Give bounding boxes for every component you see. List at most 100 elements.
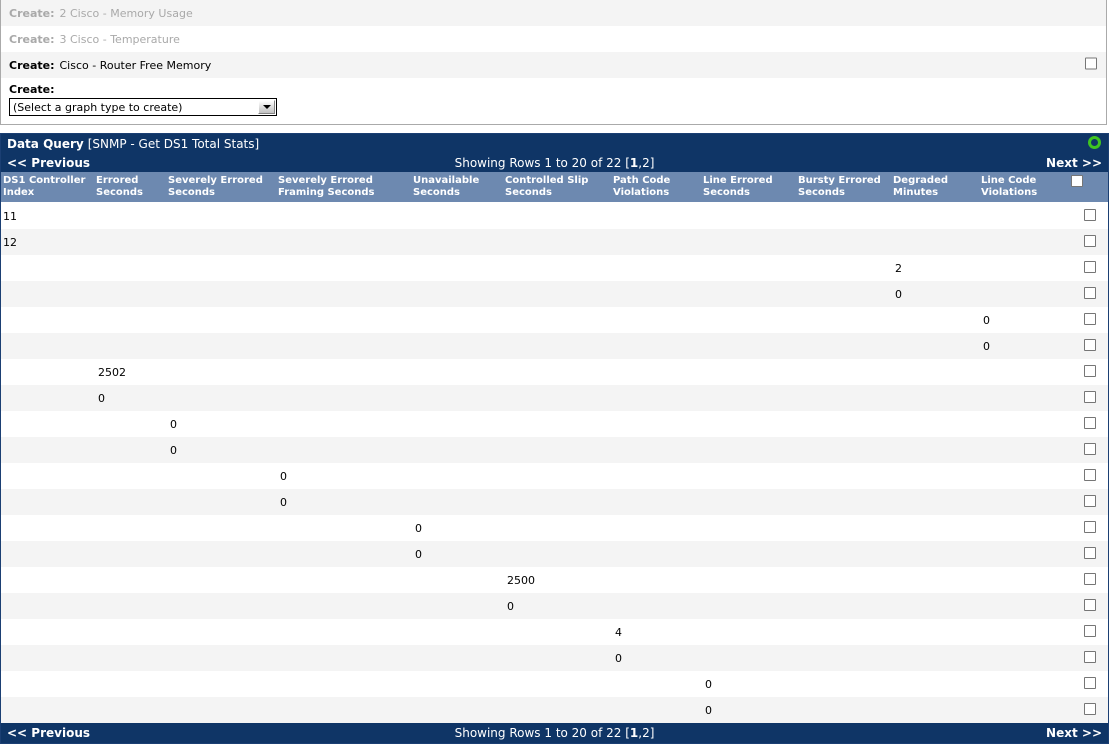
checkbox-unchecked-icon[interactable] (1083, 468, 1096, 481)
column-header-severely-errored-framing-seconds[interactable]: Severely Errored Framing Seconds (278, 172, 413, 203)
table-row[interactable]: 2 (1, 255, 1108, 281)
row-select-checkbox-cell[interactable] (1071, 333, 1108, 359)
checkbox-unchecked-icon[interactable] (1083, 676, 1096, 689)
checkbox-unchecked-icon[interactable] (1083, 520, 1096, 533)
checkbox-unchecked-icon[interactable] (1083, 650, 1096, 663)
table-row[interactable]: 4 (1, 619, 1108, 645)
previous-page-link-top[interactable]: << Previous (7, 156, 90, 170)
row-select-checkbox-cell[interactable] (1071, 437, 1108, 463)
table-cell (1, 437, 96, 463)
previous-page-link-bottom[interactable]: << Previous (7, 726, 90, 740)
checkbox-unchecked-icon[interactable] (1083, 364, 1096, 377)
checkbox-select-all-icon[interactable] (1071, 175, 1083, 187)
checkbox-unchecked-icon[interactable] (1083, 702, 1096, 715)
cell-value (505, 392, 507, 405)
page-number-rest[interactable]: ,2] (638, 156, 654, 170)
checkbox-unchecked-icon[interactable] (1083, 572, 1096, 585)
cell-value (703, 236, 705, 249)
column-header-unavailable-seconds[interactable]: Unavailable Seconds (413, 172, 505, 203)
table-row[interactable]: 0 (1, 281, 1108, 307)
table-row[interactable]: 12 (1, 229, 1108, 255)
create-row-temperature[interactable]: Create: 3 Cisco - Temperature (1, 26, 1106, 52)
table-row[interactable]: 0 (1, 515, 1108, 541)
table-row[interactable]: 0 (1, 671, 1108, 697)
checkbox-unchecked-icon[interactable] (1083, 598, 1096, 611)
row-select-checkbox-cell[interactable] (1071, 281, 1108, 307)
checkbox-unchecked-icon[interactable] (1083, 390, 1096, 403)
column-header-bursty-errored-seconds[interactable]: Bursty Errored Seconds (798, 172, 893, 203)
column-header-errored-seconds[interactable]: Errored Seconds (96, 172, 168, 203)
table-row[interactable]: 0 (1, 697, 1108, 723)
row-select-checkbox-cell[interactable] (1071, 515, 1108, 541)
checkbox-unchecked-icon[interactable] (1085, 57, 1097, 70)
table-row[interactable]: 0 (1, 333, 1108, 359)
create-row-router-free-memory[interactable]: Create: Cisco - Router Free Memory (1, 52, 1106, 78)
column-header-degraded-minutes[interactable]: Degraded Minutes (893, 172, 981, 203)
checkbox-unchecked-icon[interactable] (1083, 312, 1096, 325)
row-select-checkbox-cell[interactable] (1071, 541, 1108, 567)
create-row-checkbox[interactable] (1085, 57, 1097, 73)
column-header-line-errored-seconds[interactable]: Line Errored Seconds (703, 172, 798, 203)
column-header-line-code-violations[interactable]: Line Code Violations (981, 172, 1071, 203)
row-select-checkbox-cell[interactable] (1071, 619, 1108, 645)
green-circle-icon[interactable] (1088, 136, 1101, 149)
graph-type-select[interactable]: (Select a graph type to create) (9, 98, 277, 116)
create-row-memory-usage[interactable]: Create: 2 Cisco - Memory Usage (1, 0, 1106, 26)
page-number-current[interactable]: 1 (630, 156, 638, 170)
checkbox-unchecked-icon[interactable] (1083, 286, 1096, 299)
checkbox-unchecked-icon[interactable] (1083, 494, 1096, 507)
row-select-checkbox-cell[interactable] (1071, 202, 1108, 229)
table-row[interactable]: 2502 (1, 359, 1108, 385)
page-number-current[interactable]: 1 (630, 726, 638, 740)
column-header-path-code-violations[interactable]: Path Code Violations (613, 172, 703, 203)
column-header-controlled-slip-seconds[interactable]: Controlled Slip Seconds (505, 172, 613, 203)
chevron-down-icon[interactable] (258, 100, 275, 114)
table-cell (413, 437, 505, 463)
table-cell (168, 567, 278, 593)
row-select-checkbox-cell[interactable] (1071, 567, 1108, 593)
row-select-checkbox-cell[interactable] (1071, 593, 1108, 619)
page-number-rest[interactable]: ,2] (638, 726, 654, 740)
table-cell (981, 645, 1071, 671)
select-all-checkbox-header[interactable] (1071, 172, 1108, 203)
checkbox-unchecked-icon[interactable] (1083, 338, 1096, 351)
row-select-checkbox-cell[interactable] (1071, 359, 1108, 385)
table-row[interactable]: 0 (1, 645, 1108, 671)
table-cell (505, 645, 613, 671)
cell-value (96, 210, 98, 223)
column-header-severely-errored-seconds[interactable]: Severely Errored Seconds (168, 172, 278, 203)
row-select-checkbox-cell[interactable] (1071, 255, 1108, 281)
table-row[interactable]: 0 (1, 463, 1108, 489)
cell-value (1, 626, 3, 639)
row-select-checkbox-cell[interactable] (1071, 645, 1108, 671)
table-row[interactable]: 0 (1, 541, 1108, 567)
row-select-checkbox-cell[interactable] (1071, 489, 1108, 515)
row-select-checkbox-cell[interactable] (1071, 411, 1108, 437)
table-row[interactable]: 0 (1, 489, 1108, 515)
checkbox-unchecked-icon[interactable] (1083, 624, 1096, 637)
checkbox-unchecked-icon[interactable] (1083, 234, 1096, 247)
row-select-checkbox-cell[interactable] (1071, 463, 1108, 489)
next-page-link-bottom[interactable]: Next >> (1046, 726, 1102, 740)
table-row[interactable]: 0 (1, 385, 1108, 411)
table-cell (505, 671, 613, 697)
table-row[interactable]: 0 (1, 593, 1108, 619)
table-row[interactable]: 0 (1, 411, 1108, 437)
cell-value: 0 (705, 677, 712, 691)
checkbox-unchecked-icon[interactable] (1083, 546, 1096, 559)
row-select-checkbox-cell[interactable] (1071, 671, 1108, 697)
checkbox-unchecked-icon[interactable] (1083, 208, 1096, 221)
row-select-checkbox-cell[interactable] (1071, 697, 1108, 723)
row-select-checkbox-cell[interactable] (1071, 385, 1108, 411)
table-row[interactable]: 0 (1, 307, 1108, 333)
checkbox-unchecked-icon[interactable] (1083, 260, 1096, 273)
checkbox-unchecked-icon[interactable] (1083, 416, 1096, 429)
row-select-checkbox-cell[interactable] (1071, 307, 1108, 333)
column-header-ds1-controller-index[interactable]: DS1 Controller Index (1, 172, 96, 203)
row-select-checkbox-cell[interactable] (1071, 229, 1108, 255)
table-row[interactable]: 2500 (1, 567, 1108, 593)
next-page-link-top[interactable]: Next >> (1046, 156, 1102, 170)
table-row[interactable]: 0 (1, 437, 1108, 463)
table-row[interactable]: 11 (1, 202, 1108, 229)
checkbox-unchecked-icon[interactable] (1083, 442, 1096, 455)
